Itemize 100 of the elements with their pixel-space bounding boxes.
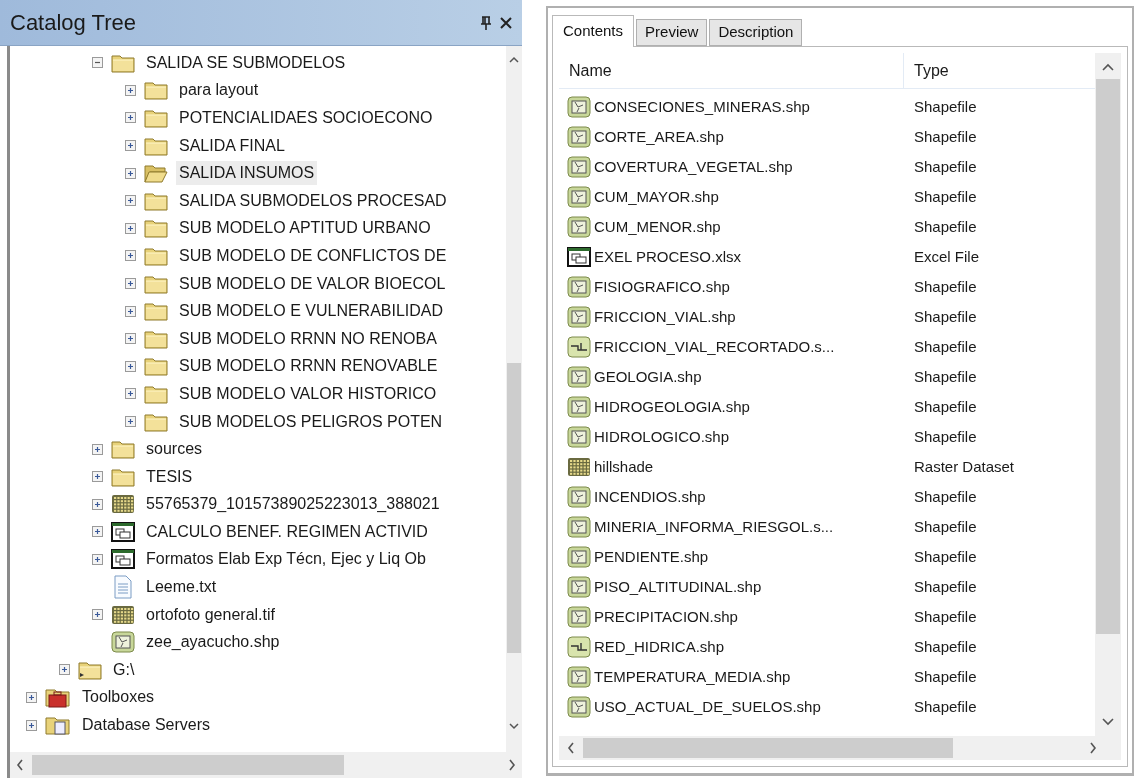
tree-item[interactable]: CALCULO BENEF. REGIMEN ACTIVID (143, 519, 431, 544)
pin-icon[interactable] (480, 15, 492, 30)
tree-item[interactable]: zee_ayacucho.shp (143, 630, 283, 655)
file-name[interactable]: CONSECIONES_MINERAS.shp (594, 95, 810, 119)
expand-icon[interactable] (125, 112, 136, 124)
map-layer-icon (567, 186, 591, 208)
file-name[interactable]: CUM_MENOR.shp (594, 215, 721, 239)
scroll-left-icon[interactable] (16, 759, 24, 771)
table-icon (111, 548, 135, 571)
expand-icon[interactable] (92, 443, 103, 455)
file-name[interactable]: MINERIA_INFORMA_RIESGOL.s... (594, 515, 834, 539)
horizontal-scrollbar[interactable] (559, 736, 1121, 760)
file-type: Shapefile (914, 488, 977, 505)
tree-item[interactable]: TESIS (143, 464, 196, 489)
map-layer-icon (567, 396, 591, 418)
expand-icon[interactable] (125, 278, 136, 290)
tree-item[interactable]: SUB MODELOS PELIGROS POTEN (176, 409, 446, 434)
tab[interactable]: Description (709, 19, 803, 46)
scroll-thumb[interactable] (583, 738, 953, 758)
file-name[interactable]: CUM_MAYOR.shp (594, 185, 719, 209)
tab[interactable]: Preview (636, 19, 708, 46)
scroll-thumb[interactable] (507, 363, 521, 653)
expand-icon[interactable] (92, 526, 103, 538)
file-name[interactable]: TEMPERATURA_MEDIA.shp (594, 665, 791, 689)
tree-item[interactable]: Database Servers (79, 713, 214, 738)
tree-item[interactable]: SALIDA SUBMODELOS PROCESAD (176, 188, 450, 213)
tree-item[interactable]: sources (143, 437, 206, 462)
tree-item[interactable]: SUB MODELO APTITUD URBANO (176, 216, 434, 241)
tree-item[interactable]: SALIDA INSUMOS (176, 161, 318, 186)
file-name[interactable]: EXEL PROCESO.xlsx (594, 245, 741, 269)
expand-icon[interactable] (125, 333, 136, 345)
tree-item[interactable]: Toolboxes (79, 685, 158, 710)
tree-item[interactable]: 55765379_10157389025223013_388021 (143, 492, 443, 517)
tab[interactable]: Contents (552, 15, 635, 47)
file-name[interactable]: INCENDIOS.shp (594, 485, 706, 509)
file-name[interactable]: FISIOGRAFICO.shp (594, 275, 730, 299)
expand-icon[interactable] (125, 305, 136, 317)
expand-icon[interactable] (59, 664, 70, 676)
tree-item[interactable]: para layout (176, 78, 262, 103)
scroll-up-icon[interactable] (509, 56, 519, 63)
collapse-icon[interactable] (92, 57, 103, 69)
scroll-right-icon[interactable] (508, 759, 516, 771)
file-name[interactable]: HIDROLOGICO.shp (594, 425, 730, 449)
raster-grid-icon (111, 603, 135, 626)
tree-item[interactable]: G:\ (110, 657, 138, 682)
tree-item[interactable]: ortofoto general.tif (143, 602, 278, 627)
file-name[interactable]: RED_HIDRICA.shp (594, 635, 725, 659)
expand-icon[interactable] (26, 691, 37, 703)
scroll-right-icon[interactable] (1089, 742, 1097, 754)
tree-item[interactable]: SUB MODELO RRNN RENOVABLE (176, 354, 441, 379)
column-header[interactable]: Name (559, 53, 904, 88)
horizontal-scrollbar[interactable] (10, 752, 522, 778)
file-name[interactable]: HIDROGEOLOGIA.shp (594, 395, 750, 419)
scroll-thumb[interactable] (32, 755, 344, 775)
tree-item[interactable]: SUB MODELO RRNN NO RENOBA (176, 326, 440, 351)
tree-item[interactable]: SALIDA FINAL (176, 133, 288, 158)
file-name[interactable]: CORTE_AREA.shp (594, 125, 724, 149)
file-type: Shapefile (914, 518, 977, 535)
vertical-scrollbar[interactable] (506, 46, 522, 752)
scroll-thumb[interactable] (1096, 79, 1120, 634)
expand-icon[interactable] (92, 554, 103, 565)
column-header[interactable]: Type (904, 53, 1095, 88)
tree-item[interactable]: POTENCIALIDAES SOCIOECONO (176, 106, 436, 130)
expand-icon[interactable] (125, 360, 136, 372)
tree-item[interactable]: SUB MODELO DE CONFLICTOS DE (176, 243, 450, 268)
expand-icon[interactable] (125, 195, 136, 207)
raster-grid-icon (111, 493, 135, 516)
expand-icon[interactable] (125, 416, 136, 427)
expand-icon[interactable] (125, 388, 136, 400)
expand-icon[interactable] (125, 167, 136, 179)
tree-item[interactable]: SUB MODELO E VULNERABILIDAD (176, 299, 447, 324)
expand-icon[interactable] (125, 222, 136, 234)
file-name[interactable]: PRECIPITACION.shp (594, 605, 738, 629)
tree-item[interactable]: SUB MODELO DE VALOR BIOECOL (176, 271, 449, 296)
expand-icon[interactable] (125, 140, 136, 152)
file-name[interactable]: GEOLOGIA.shp (594, 365, 702, 389)
tree-item[interactable]: SUB MODELO VALOR HISTORICO (176, 381, 440, 406)
tree-item[interactable]: SALIDA SE SUBMODELOS (143, 50, 349, 75)
expand-icon[interactable] (26, 719, 37, 731)
file-name[interactable]: USO_ACTUAL_DE_SUELOS.shp (594, 695, 821, 719)
scroll-up-icon[interactable] (1102, 63, 1114, 71)
expand-icon[interactable] (125, 250, 136, 262)
vertical-scrollbar[interactable] (1095, 53, 1121, 736)
scroll-left-icon[interactable] (567, 742, 575, 754)
tree-item[interactable]: Leeme.txt (143, 575, 220, 600)
scroll-down-icon[interactable] (1102, 718, 1114, 726)
panel-title: Catalog Tree (10, 9, 137, 37)
expand-icon[interactable] (92, 609, 103, 621)
expand-icon[interactable] (125, 84, 136, 96)
expand-icon[interactable] (92, 498, 103, 510)
file-name[interactable]: COVERTURA_VEGETAL.shp (594, 155, 793, 179)
file-name[interactable]: PISO_ALTITUDINAL.shp (594, 575, 762, 599)
close-icon[interactable] (500, 16, 512, 29)
file-name[interactable]: hillshade (594, 455, 654, 479)
tree-item[interactable]: Formatos Elab Exp Técn, Ejec y Liq Ob (143, 547, 429, 572)
file-name[interactable]: FRICCION_VIAL.shp (594, 305, 736, 329)
expand-icon[interactable] (92, 471, 103, 483)
file-name[interactable]: PENDIENTE.shp (594, 545, 709, 569)
scroll-down-icon[interactable] (509, 723, 519, 730)
file-name[interactable]: FRICCION_VIAL_RECORTADO.s... (594, 335, 835, 359)
